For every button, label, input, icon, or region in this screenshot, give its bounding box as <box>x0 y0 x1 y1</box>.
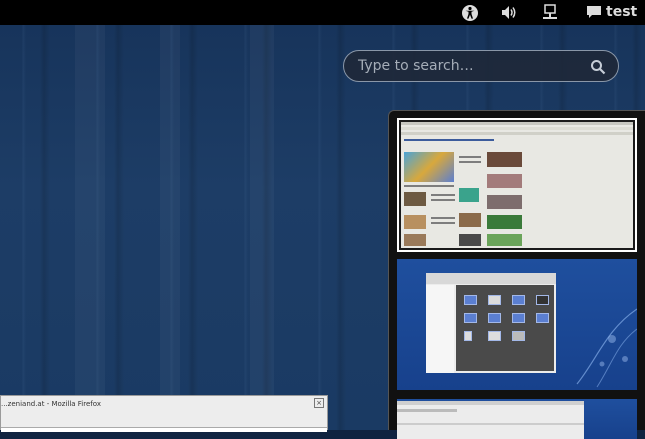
browser-window-thumbnail[interactable] <box>401 122 633 248</box>
page-image <box>487 215 522 229</box>
folder-icon <box>512 313 525 323</box>
window-urlbar <box>401 132 633 135</box>
wallpaper-flourish <box>576 308 637 388</box>
page-image <box>487 174 522 188</box>
page-header <box>404 139 494 141</box>
user-menu-label[interactable]: test <box>606 4 637 20</box>
page-image <box>487 152 522 167</box>
accessibility-icon[interactable] <box>461 4 479 21</box>
background-stripe <box>75 25 105 430</box>
text-line <box>431 199 455 201</box>
background-stripe <box>160 25 180 430</box>
workspace-thumbnail-2[interactable] <box>397 259 637 390</box>
page-image <box>459 213 481 227</box>
window-content <box>456 285 554 371</box>
text-line <box>404 185 454 187</box>
folder-icon <box>512 295 525 305</box>
window-toolbar <box>426 273 556 284</box>
window-titlebar <box>401 122 633 125</box>
text-line <box>459 161 481 163</box>
file-icon <box>536 295 549 305</box>
search-icon <box>590 59 606 75</box>
page-image <box>487 234 522 246</box>
text-line <box>459 156 481 158</box>
window-titlebar <box>397 401 584 405</box>
file-icon <box>488 331 501 341</box>
text-line <box>431 194 455 196</box>
folder-icon <box>488 313 501 323</box>
page-image <box>459 188 479 202</box>
window-title: ...zeniand.at - Mozilla Firefox <box>1 400 101 408</box>
search-entry[interactable]: Type to search… <box>343 50 619 82</box>
window-toolbar <box>401 127 633 130</box>
page-image <box>459 234 481 246</box>
page-image <box>404 192 426 206</box>
text-line <box>431 222 455 224</box>
volume-icon[interactable] <box>500 4 518 21</box>
text-line <box>431 217 455 219</box>
chat-icon[interactable] <box>586 4 604 21</box>
folder-icon <box>536 313 549 323</box>
page-image <box>404 234 426 246</box>
top-bar: test <box>0 0 645 25</box>
background-stripe <box>250 25 274 430</box>
file-manager-window-thumbnail[interactable] <box>426 273 556 373</box>
window-toolbar <box>397 409 457 412</box>
network-icon[interactable] <box>541 4 559 21</box>
file-icon <box>464 331 472 341</box>
close-icon[interactable]: × <box>314 398 324 408</box>
workspace-thumbnail-3[interactable] <box>397 399 637 439</box>
page-image <box>404 215 426 229</box>
folder-icon <box>464 295 477 305</box>
window-thumbnail[interactable] <box>397 401 584 439</box>
page-image <box>487 195 522 209</box>
page-image <box>404 152 454 182</box>
search-placeholder: Type to search… <box>358 58 474 74</box>
window-sidebar <box>426 285 454 373</box>
workspace-thumbnails-panel <box>388 110 645 439</box>
file-icon <box>512 331 525 341</box>
folder-icon <box>464 313 477 323</box>
window-urlbar <box>397 423 584 425</box>
workspace-thumbnail-1[interactable] <box>397 118 637 252</box>
firefox-window[interactable]: ...zeniand.at - Mozilla Firefox × <box>0 395 328 432</box>
file-icon <box>488 295 501 305</box>
